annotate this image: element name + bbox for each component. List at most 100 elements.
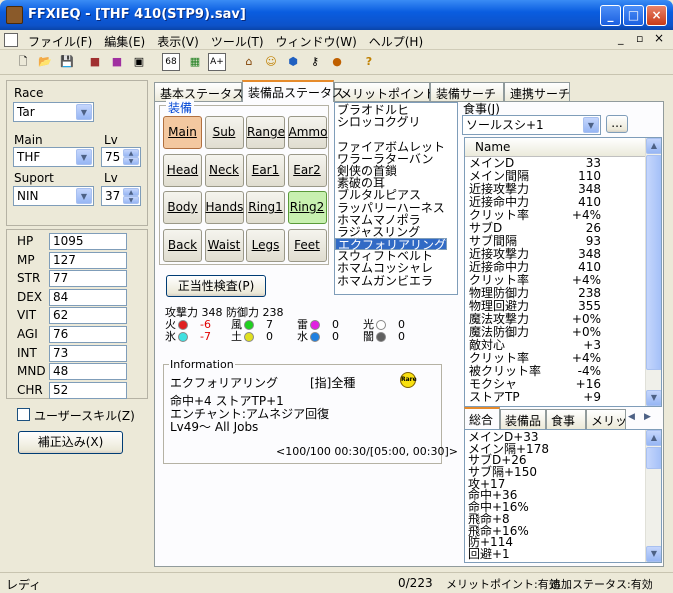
scroll-down-icon[interactable]: ▼ — [646, 390, 661, 406]
item-list-entry[interactable]: エクフォリアリング — [335, 238, 448, 251]
element-dot-icon — [310, 332, 320, 342]
mdi-minimize-button[interactable]: _ — [618, 32, 624, 45]
tab-total[interactable]: 総合 — [464, 407, 500, 429]
slot-ear1-button[interactable]: Ear1 — [246, 153, 285, 187]
tab-scroll-right-icon[interactable]: ▶ — [644, 412, 651, 422]
stepper-up-icon[interactable]: ▲ — [123, 149, 139, 157]
scroll-thumb[interactable] — [646, 447, 661, 469]
tool1-icon[interactable]: ■ — [86, 53, 104, 71]
stat-label-agi: AGI — [17, 327, 38, 341]
item-list-entry[interactable]: ファイアボムレット — [335, 140, 457, 153]
support-job-select[interactable]: NIN ▼ — [13, 186, 94, 206]
menu-file[interactable]: ファイル(F) — [22, 30, 98, 53]
slot-sub-button[interactable]: Sub — [204, 116, 244, 149]
minimize-button[interactable]: _ — [600, 5, 621, 26]
status-count: 0/223 — [398, 576, 433, 590]
item-list-entry[interactable]: ラッパリーハーネス — [335, 201, 457, 214]
tool3-icon[interactable]: ▣ — [130, 53, 148, 71]
slot-ear2-button[interactable]: Ear2 — [287, 153, 327, 187]
scroll-up-icon[interactable]: ▲ — [646, 138, 661, 154]
race-label: Race — [14, 86, 44, 100]
slot-body-button[interactable]: Body — [163, 191, 202, 224]
food-icon[interactable]: ● — [328, 53, 346, 71]
stat-value-chr: 52 — [49, 381, 127, 399]
element-resist: 水0 — [297, 328, 339, 344]
summary-scrollbar[interactable]: ▲ ▼ — [645, 430, 661, 562]
help-icon[interactable]: ? — [360, 53, 378, 71]
stepper-up-icon[interactable]: ▲ — [123, 188, 139, 196]
main-lv-stepper[interactable]: 75 ▲ ▼ — [101, 147, 141, 167]
slot-ring1-button[interactable]: Ring1 — [246, 191, 285, 224]
tab-merit-points[interactable]: メリットポイント — [334, 82, 436, 102]
slot-main-button[interactable]: Main — [163, 116, 202, 149]
a-plus-button[interactable]: A+ — [208, 53, 226, 71]
status-row[interactable]: ストアTP +9 — [465, 391, 661, 404]
item-list-entry[interactable]: シロッコクグリ — [335, 116, 457, 128]
tab-scroll-left-icon[interactable]: ◀ — [628, 412, 635, 422]
item-list-entry[interactable]: ブルタルピアス — [335, 189, 457, 201]
scroll-thumb[interactable] — [646, 155, 661, 370]
mdi-restore-button[interactable]: ▫ — [636, 32, 643, 45]
food-value: ソールスシ+1 — [466, 118, 544, 132]
item-list-entry[interactable] — [335, 128, 457, 140]
slot-feet-button[interactable]: Feet — [287, 228, 327, 262]
status-bar: レディ 0/223 メリットポイント:有効 追加ステータス:有効 — [0, 572, 673, 593]
app-icon[interactable] — [6, 6, 23, 24]
mdi-close-button[interactable]: × — [654, 31, 664, 45]
food-browse-button[interactable]: ... — [606, 115, 628, 133]
maximize-button[interactable]: □ — [623, 5, 644, 26]
document-icon[interactable] — [4, 33, 18, 47]
stepper-down-icon[interactable]: ▼ — [123, 196, 139, 204]
validity-check-button[interactable]: 正当性検査(P) — [166, 275, 266, 297]
status-table-header[interactable]: Name — [465, 138, 661, 157]
slot-legs-button[interactable]: Legs — [246, 228, 285, 262]
gem-icon[interactable]: ⬢ — [284, 53, 302, 71]
item-list-entry[interactable]: ホマムガンビエラ — [335, 275, 457, 287]
save-icon[interactable]: 💾 — [58, 53, 76, 71]
tool2-icon[interactable]: ■ — [108, 53, 126, 71]
user-skill-checkbox[interactable] — [17, 408, 30, 421]
food-select[interactable]: ソールスシ+1 ▼ — [462, 115, 601, 135]
scroll-down-icon[interactable]: ▼ — [646, 546, 661, 562]
key-icon[interactable]: ⚷ — [306, 53, 324, 71]
tab-food[interactable]: 食事 — [546, 409, 586, 429]
open-icon[interactable]: 📂 — [36, 53, 54, 71]
slot-waist-button[interactable]: Waist — [204, 228, 244, 262]
tab-merit[interactable]: メリット — [586, 409, 626, 429]
slot-back-button[interactable]: Back — [163, 228, 202, 262]
slot-ammo-button[interactable]: Ammo — [287, 116, 327, 149]
grid-icon[interactable]: ▦ — [186, 53, 204, 71]
slot-hands-button[interactable]: Hands — [204, 191, 244, 224]
face-icon[interactable]: ☺ — [262, 53, 280, 71]
tab-equipment-search[interactable]: 装備サーチ — [430, 82, 504, 102]
menu-window[interactable]: ウィンドウ(W) — [270, 30, 363, 53]
menu-edit[interactable]: 編集(E) — [98, 30, 151, 53]
level-68-button[interactable]: 68 — [162, 53, 180, 71]
tab-skillchain-search[interactable]: 連携サーチ — [504, 82, 570, 102]
menu-tools[interactable]: ツール(T) — [205, 30, 270, 53]
tab-equipment-status[interactable]: 装備品ステータス — [242, 80, 344, 102]
new-icon[interactable]: 🗋 — [14, 53, 32, 71]
slot-head-button[interactable]: Head — [163, 153, 202, 187]
item-list-entry[interactable]: ホマムコッシャレ — [335, 262, 457, 274]
stat-value-dex: 84 — [49, 288, 127, 306]
menu-help[interactable]: ヘルプ(H) — [363, 30, 429, 53]
menu-view[interactable]: 表示(V) — [151, 30, 205, 53]
slot-ring2-button[interactable]: Ring2 — [287, 191, 327, 224]
main-job-select[interactable]: THF ▼ — [13, 147, 94, 167]
correction-button[interactable]: 補正込み(X) — [18, 431, 123, 454]
scroll-up-icon[interactable]: ▲ — [646, 430, 661, 446]
slot-range-button[interactable]: Range — [246, 116, 285, 149]
summary-tabs: 総合 装備品 食事 メリット ◀ ▶ — [464, 407, 662, 429]
race-select[interactable]: Tar ▼ — [13, 102, 94, 122]
slot-neck-button[interactable]: Neck — [204, 153, 244, 187]
status-scrollbar[interactable]: ▲ ▼ — [645, 138, 661, 406]
tab-equipment[interactable]: 装備品 — [500, 409, 546, 429]
item-list[interactable]: ブラオドルヒ シロッコクグリ ファイアボムレット ワラーラターバン 剣侠の首鎖 素破の耳ブ… — [334, 102, 458, 295]
house-icon[interactable]: ⌂ — [240, 53, 258, 71]
stepper-down-icon[interactable]: ▼ — [123, 157, 139, 165]
element-label: 闇 — [363, 330, 374, 343]
support-lv-stepper[interactable]: 37 ▲ ▼ — [101, 186, 141, 206]
close-button[interactable]: × — [646, 5, 667, 26]
element-dot-icon — [244, 332, 254, 342]
